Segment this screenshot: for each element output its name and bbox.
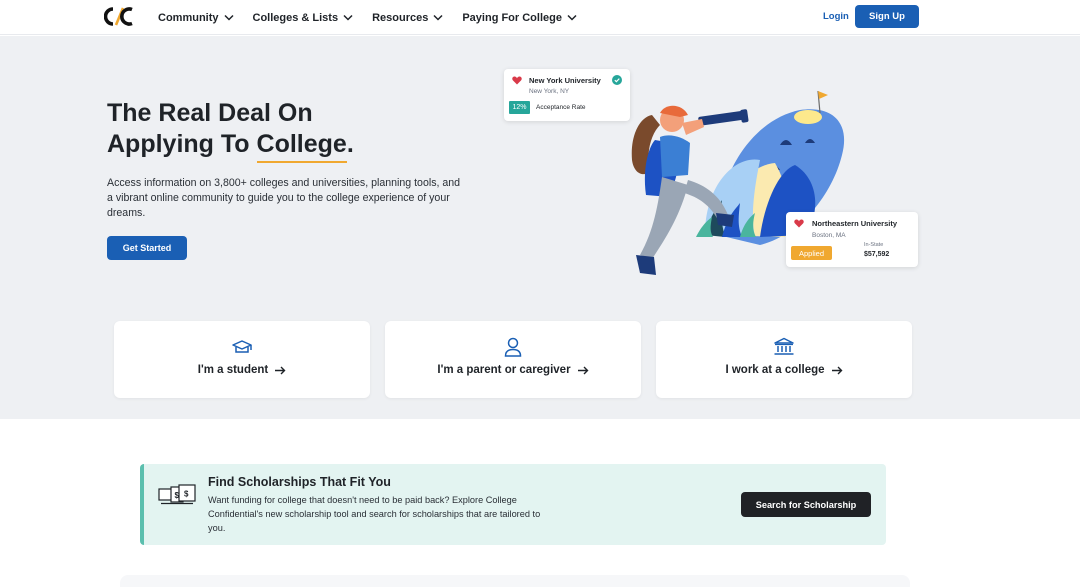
arrow-right-icon (831, 366, 843, 374)
college-location: New York, NY (529, 88, 570, 95)
next-section-edge (120, 575, 910, 587)
nav-resources[interactable]: Resources (372, 12, 443, 24)
nav-colleges-lists[interactable]: Colleges & Lists (253, 12, 354, 24)
signup-button[interactable]: Sign Up (855, 5, 919, 28)
scholarship-banner: $ $ Find Scholarships That Fit You Want … (140, 464, 886, 545)
college-card-nyu[interactable]: New York University New York, NY 12% Acc… (504, 69, 630, 121)
persona-card-parent[interactable]: I'm a parent or caregiver (385, 321, 641, 398)
persona-label-text: I'm a parent or caregiver (437, 364, 571, 376)
college-card-northeastern[interactable]: Northeastern University Boston, MA Appli… (786, 212, 918, 267)
nav-paying-label: Paying For College (462, 11, 562, 24)
scholarship-title: Find Scholarships That Fit You (208, 475, 391, 489)
nav-community-label: Community (158, 11, 219, 24)
arrow-right-icon (577, 366, 589, 374)
heart-icon[interactable] (794, 219, 804, 228)
persona-label: I'm a student (114, 364, 370, 376)
verified-check-icon (612, 75, 622, 85)
applied-status-badge: Applied (791, 246, 832, 260)
arrow-right-icon (275, 366, 286, 374)
heart-icon[interactable] (512, 76, 522, 85)
nav-community[interactable]: Community (158, 12, 234, 24)
search-scholarship-button[interactable]: Search for Scholarship (741, 492, 871, 517)
chevron-down-icon (223, 14, 234, 21)
login-link[interactable]: Login (823, 11, 849, 22)
nav-resources-label: Resources (372, 11, 429, 24)
acceptance-rate-badge: 12% (509, 101, 530, 114)
persona-label-text: I'm a student (197, 364, 269, 376)
person-icon (504, 337, 522, 357)
site-logo[interactable] (104, 7, 134, 26)
nav-paying-for-college[interactable]: Paying For College (462, 12, 577, 24)
nav-colleges-lists-label: Colleges & Lists (252, 11, 339, 24)
acceptance-rate-label: Acceptance Rate (536, 104, 586, 111)
svg-text:$: $ (184, 490, 189, 499)
svg-text:$: $ (175, 491, 180, 500)
persona-label: I'm a parent or caregiver (385, 364, 641, 376)
tuition-label: In-State (864, 242, 884, 248)
get-started-button[interactable]: Get Started (107, 236, 187, 260)
college-name: Northeastern University (812, 219, 898, 228)
chevron-down-icon (433, 14, 443, 21)
hero-title: The Real Deal On Applying To College. (107, 98, 427, 163)
hero-title-line2-pre: Applying To (107, 130, 257, 158)
hero-description: Access information on 3,800+ colleges an… (107, 177, 461, 219)
persona-label-text: I work at a college (725, 364, 825, 376)
college-location: Boston, MA (812, 232, 846, 239)
hero-title-line1: The Real Deal On (107, 99, 313, 127)
hero-title-line2: Applying To College. (107, 129, 427, 163)
persona-label: I work at a college (656, 364, 912, 376)
money-stack-icon: $ $ (158, 484, 196, 505)
chevron-down-icon (343, 14, 353, 21)
chevron-down-icon (567, 14, 577, 21)
college-name: New York University (529, 76, 601, 85)
institution-icon (774, 337, 794, 355)
persona-card-college-staff[interactable]: I work at a college (656, 321, 912, 398)
nav-menu: Community Colleges & Lists Resources Pay… (158, 0, 577, 35)
hero-title-underlined: College (256, 130, 348, 163)
tuition-value: $57,592 (864, 251, 890, 258)
graduation-cap-icon (232, 340, 252, 353)
top-nav: Community Colleges & Lists Resources Pay… (0, 0, 1080, 35)
hero-title-period: . (346, 130, 354, 158)
persona-card-student[interactable]: I'm a student (114, 321, 370, 398)
scholarship-description: Want funding for college that doesn't ne… (208, 495, 541, 533)
